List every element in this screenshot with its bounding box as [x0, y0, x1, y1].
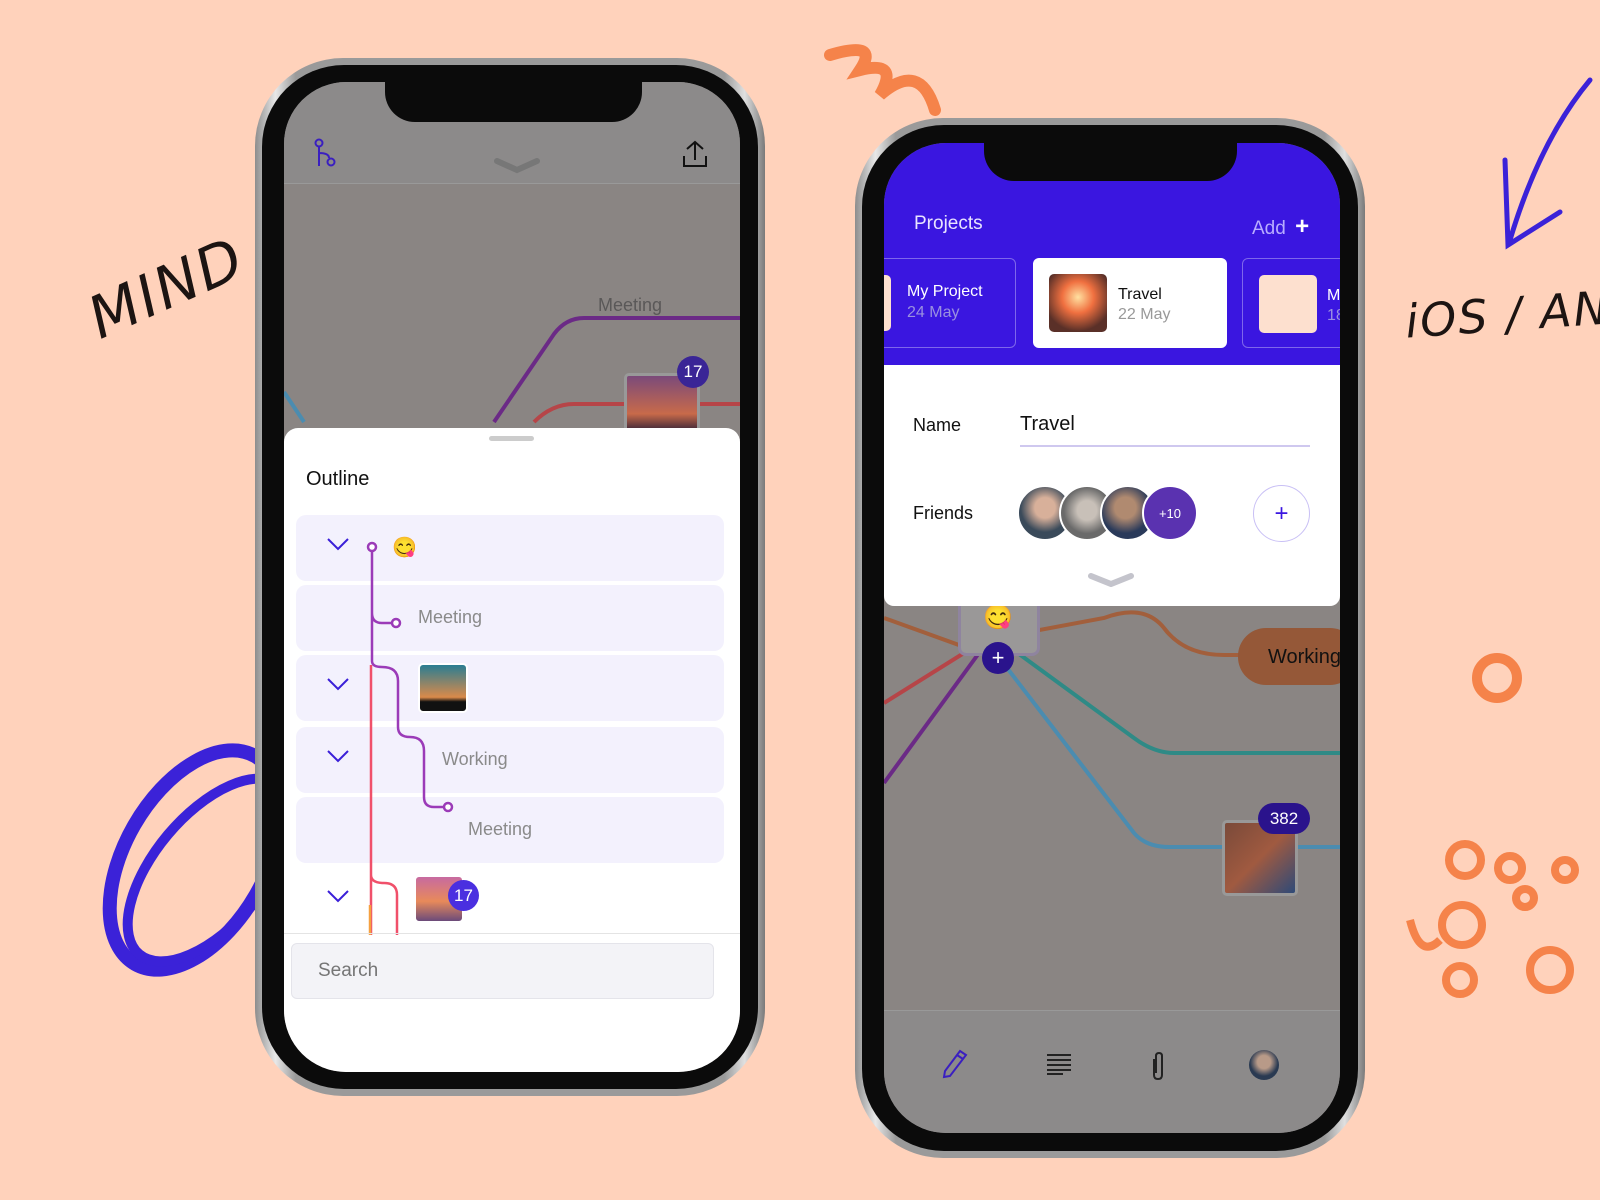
bottom-toolbar [884, 1010, 1340, 1133]
add-label: Add [1252, 218, 1286, 239]
more-friends-badge[interactable]: +10 [1142, 485, 1198, 541]
add-friend-button[interactable]: + [1253, 485, 1310, 542]
pencil-icon[interactable] [942, 1049, 968, 1084]
name-field[interactable]: Travel [1020, 413, 1310, 447]
emoji-node: 😋 [983, 604, 1013, 631]
photo-count-badge: 382 [1258, 803, 1310, 834]
node-label: Working [1268, 646, 1340, 668]
project-card[interactable]: My Project 24 May [884, 258, 1016, 348]
add-node-button[interactable]: + [982, 642, 1014, 674]
paperclip-icon[interactable] [1150, 1051, 1166, 1086]
left-phone-screen: Meeting 17 Outline 😋 Meeting Working Mee… [284, 82, 740, 1072]
projects-title: Projects [914, 213, 983, 234]
right-phone-screen: 😋 + Working 382 Projects Add + My Projec… [884, 143, 1340, 1133]
travel-thumbnail [1049, 274, 1107, 332]
photo-count-badge: 17 [677, 356, 709, 388]
sheet-handle[interactable] [489, 436, 534, 441]
profile-avatar[interactable] [1249, 1050, 1279, 1080]
working-node[interactable]: Working [1238, 628, 1340, 685]
map-node-label[interactable]: Meeting [598, 295, 662, 316]
outline-sheet: Outline 😋 Meeting Working Meeting 17 [284, 428, 740, 1072]
share-icon[interactable] [682, 140, 708, 173]
name-label: Name [913, 415, 962, 435]
outline-tree-lines [366, 541, 454, 935]
branch-icon[interactable] [314, 138, 340, 173]
add-project-button[interactable]: Add + [1252, 213, 1309, 241]
outline-list: 😋 Meeting Working Meeting 17 [284, 515, 740, 935]
plus-icon: + [1295, 213, 1310, 240]
collapse-chevron-icon[interactable] [1088, 573, 1134, 592]
friends-label: Friends [913, 503, 974, 523]
chevron-down-icon[interactable] [494, 158, 540, 179]
project-card-selected[interactable]: Travel 22 May [1033, 258, 1227, 348]
search-input[interactable] [291, 943, 714, 999]
project-card[interactable]: M 18 [1242, 258, 1340, 348]
project-form: Name Travel Friends +10 + [884, 365, 1340, 606]
text-lines-icon[interactable] [1046, 1053, 1072, 1080]
plus-icon: + [1274, 499, 1289, 527]
outline-title: Outline [306, 468, 370, 490]
